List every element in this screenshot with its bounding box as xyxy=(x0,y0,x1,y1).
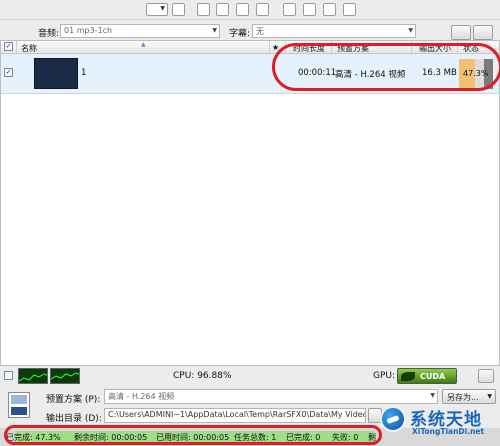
nvidia-icon xyxy=(401,372,415,381)
toolbar-button-3[interactable] xyxy=(216,3,229,16)
list-header: ✓ 名称 ▲ ★ 时间长度 预置方案 输出大小 状态 xyxy=(1,41,499,54)
audio-track-value: 01 mp3-1ch xyxy=(64,26,113,35)
select-all-checkbox[interactable]: ✓ xyxy=(4,42,13,51)
table-row[interactable]: ✓ 1 00:00:11 高清 - H.264 视频 16.3 MB 47.3% xyxy=(1,54,499,94)
status-remaining: 剩余时间: 00:00:05 xyxy=(74,433,148,442)
audio-track-select[interactable]: 01 mp3-1ch ▼ xyxy=(60,24,220,38)
toolbar xyxy=(0,0,500,20)
header-duration[interactable]: 时间长度 xyxy=(293,43,325,54)
toolbar-button-9[interactable] xyxy=(343,3,356,16)
row-progress-bar: 47.3% xyxy=(459,59,493,89)
output-dir-input[interactable]: C:\Users\ADMINI~1\AppData\Local\Temp\Rar… xyxy=(104,408,366,423)
row-duration: 00:00:11 xyxy=(298,68,337,78)
toolbar-button-7[interactable] xyxy=(303,3,316,16)
toolbar-button-5[interactable] xyxy=(256,3,269,16)
header-preset[interactable]: 预置方案 xyxy=(337,43,369,54)
status-last: 剩 xyxy=(368,433,376,442)
toolbar-button-8[interactable] xyxy=(323,3,336,16)
monitor-settings-button[interactable] xyxy=(478,369,494,383)
track-selector-row: 音频: 01 mp3-1ch ▼ 字幕: 无 ▼ xyxy=(0,20,500,40)
subtitle-value: 无 xyxy=(256,27,264,36)
toolbar-button-4[interactable] xyxy=(236,3,249,16)
info-button[interactable] xyxy=(473,25,493,40)
toolbar-button-2[interactable] xyxy=(197,3,210,16)
monitor-bar: CPU: 96.88% GPU: CUDA xyxy=(0,366,500,386)
chevron-down-icon: ▼ xyxy=(212,27,217,34)
row-progress-text: 47.3% xyxy=(463,69,489,78)
cuda-button[interactable]: CUDA xyxy=(397,368,457,384)
device-profile-icon xyxy=(8,392,30,418)
monitor-toggle-checkbox[interactable] xyxy=(4,371,13,380)
row-name: 1 xyxy=(81,68,87,78)
row-checkbox[interactable]: ✓ xyxy=(4,68,13,77)
audio-label: 音频: xyxy=(38,29,60,39)
profile-dropdown-button[interactable] xyxy=(146,3,168,16)
preset-value: 高清 - H.264 视频 xyxy=(108,392,175,401)
site-logo-icon xyxy=(380,406,406,432)
header-status[interactable]: 状态 xyxy=(463,43,479,54)
cpu-usage-text: CPU: 96.88% xyxy=(173,371,232,381)
cpu-graph-2 xyxy=(50,368,80,384)
sort-arrow-icon: ▲ xyxy=(141,41,146,48)
chevron-down-icon: ▼ xyxy=(430,392,435,399)
preset-label: 预置方案 (P): xyxy=(46,395,101,405)
status-completed: 已完成: 47.3% xyxy=(6,433,61,442)
status-errors: 失败: 0 xyxy=(332,433,359,442)
cpu-graph-1 xyxy=(18,368,48,384)
status-elapsed: 已用时间: 00:00:05 xyxy=(156,433,230,442)
status-tasks: 任务总数: 1 xyxy=(234,433,277,442)
gpu-label: GPU: xyxy=(373,371,396,381)
header-name[interactable]: 名称 xyxy=(21,43,37,54)
status-done: 已完成: 0 xyxy=(286,433,321,442)
star-header-icon[interactable]: ★ xyxy=(272,43,279,52)
chevron-down-icon: ▼ xyxy=(487,393,492,400)
subtitle-select[interactable]: 无 ▼ xyxy=(252,24,416,38)
cuda-label: CUDA xyxy=(420,372,446,381)
task-list: ✓ 名称 ▲ ★ 时间长度 预置方案 输出大小 状态 ✓ 1 00:00:11 … xyxy=(0,40,500,366)
chevron-down-icon: ▼ xyxy=(408,27,413,34)
watermark-url: XiTongTianDi.net xyxy=(412,427,485,436)
toolbar-button-6[interactable] xyxy=(283,3,296,16)
output-dir-value: C:\Users\ADMINI~1\AppData\Local\Temp\Rar… xyxy=(108,410,366,419)
row-preset: 高清 - H.264 视频 xyxy=(335,70,406,80)
output-dir-label: 输出目录 (D): xyxy=(46,414,102,424)
subtitle-label: 字幕: xyxy=(229,29,251,39)
row-size: 16.3 MB xyxy=(422,68,457,78)
settings-button[interactable] xyxy=(451,25,471,40)
toolbar-button-1[interactable] xyxy=(172,3,185,16)
watermark: 系统天地 XiTongTianDi.net xyxy=(378,400,500,446)
header-output-size[interactable]: 输出大小 xyxy=(419,43,451,54)
video-thumbnail xyxy=(34,58,78,89)
